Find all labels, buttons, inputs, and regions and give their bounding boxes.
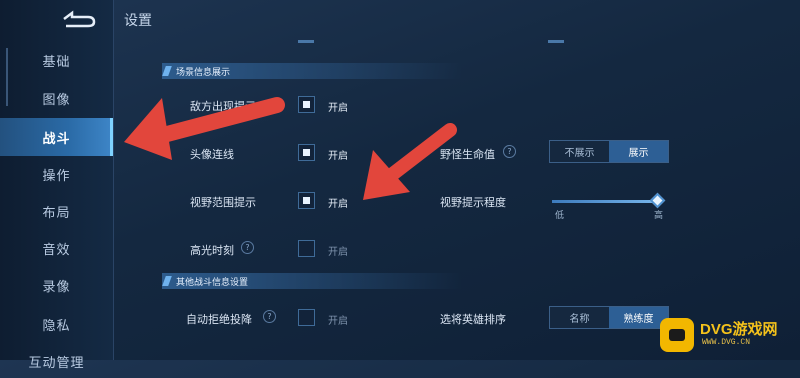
monster-hp-option-show[interactable]: 展示: [609, 141, 668, 162]
auto-refuse-checkbox[interactable]: [298, 309, 315, 326]
scroll-tick: [298, 40, 314, 43]
sidebar-item-layout[interactable]: 布局: [0, 194, 113, 228]
highlight-state: 开启: [328, 247, 348, 258]
help-icon[interactable]: ?: [503, 145, 516, 158]
vision-range-state: 开启: [328, 199, 348, 210]
slider-low-label: 低: [555, 211, 565, 221]
sidebar-item-label: 布局: [42, 205, 71, 221]
help-icon[interactable]: ?: [241, 241, 254, 254]
sidebar-item-label: 录像: [42, 279, 71, 295]
page-title: 设置: [124, 13, 152, 29]
annotation-arrow-left: [124, 97, 285, 160]
sidebar-item-label: 图像: [42, 92, 71, 108]
monster-hp-segmented-control: 不展示 展示: [549, 140, 669, 163]
sidebar: 基础 图像 战斗 操作 布局 音效 录像 隐私 互动管理: [0, 0, 114, 371]
enemy-appear-state: 开启: [328, 103, 348, 114]
gamepad-icon: [660, 318, 694, 352]
auto-refuse-label: 自动拒绝投降: [186, 313, 252, 326]
highlight-label: 高光时刻: [190, 244, 234, 257]
avatar-connect-checkbox[interactable]: [298, 144, 315, 161]
sidebar-item-label: 操作: [42, 168, 71, 184]
vision-range-label: 视野范围提示: [190, 196, 256, 209]
vision-degree-slider-handle[interactable]: [649, 192, 666, 209]
sidebar-item-battle[interactable]: 战斗: [0, 118, 113, 156]
highlight-checkbox[interactable]: [298, 240, 315, 257]
monster-hp-option-hide[interactable]: 不展示: [550, 141, 609, 162]
back-arrow-icon[interactable]: [58, 10, 98, 28]
hero-sort-segmented-control: 名称 熟练度: [549, 306, 669, 329]
sidebar-item-interaction[interactable]: 互动管理: [0, 344, 113, 378]
enemy-appear-checkbox[interactable]: [298, 96, 315, 113]
sidebar-item-label: 互动管理: [28, 355, 85, 371]
watermark-brand: DVG游戏网: [700, 321, 778, 338]
sidebar-item-label: 音效: [42, 242, 71, 258]
help-icon[interactable]: ?: [263, 310, 276, 323]
hero-sort-option-name[interactable]: 名称: [550, 307, 609, 328]
sidebar-item-graphics[interactable]: 图像: [0, 81, 113, 115]
vision-degree-slider-track[interactable]: [552, 200, 660, 203]
vision-range-checkbox[interactable]: [298, 192, 315, 209]
section-header-other-battle: 其他战斗信息设置: [162, 273, 462, 289]
sidebar-item-replay[interactable]: 录像: [0, 268, 113, 302]
watermark-logo: DVG游戏网 WWW.DVG.CN: [660, 316, 794, 354]
auto-refuse-state: 开启: [328, 316, 348, 327]
section-header-scene-info: 场景信息展示: [162, 63, 462, 79]
avatar-connect-state: 开启: [328, 151, 348, 162]
sidebar-item-basic[interactable]: 基础: [0, 43, 113, 77]
sidebar-item-label: 战斗: [42, 131, 71, 147]
sidebar-item-sound[interactable]: 音效: [0, 231, 113, 265]
sidebar-item-privacy[interactable]: 隐私: [0, 307, 113, 341]
annotation-arrow-right: [363, 123, 457, 200]
sidebar-item-controls[interactable]: 操作: [0, 157, 113, 191]
slider-high-label: 高: [654, 211, 664, 221]
section-title: 场景信息展示: [176, 67, 231, 78]
scroll-tick: [548, 40, 564, 43]
sidebar-item-label: 隐私: [42, 318, 71, 334]
section-title: 其他战斗信息设置: [176, 277, 249, 288]
watermark-url: WWW.DVG.CN: [702, 338, 751, 347]
hero-sort-label: 选将英雄排序: [440, 313, 506, 326]
sidebar-item-label: 基础: [42, 54, 71, 70]
